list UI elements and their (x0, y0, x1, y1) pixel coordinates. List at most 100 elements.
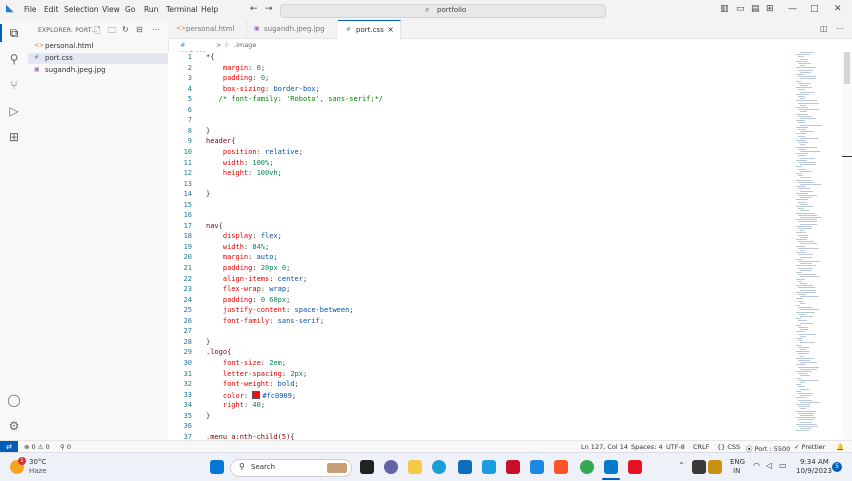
restore-icon[interactable]: □ (810, 4, 819, 14)
minimap[interactable] (794, 52, 842, 440)
wifi-icon[interactable]: ◠ (753, 461, 760, 470)
notifications-bell-icon[interactable]: 🔔 (836, 443, 844, 451)
toggle-sidebar-icon[interactable]: ▥ (720, 4, 729, 14)
code-line[interactable]: font-size: 2em; (206, 359, 286, 367)
code-line[interactable]: } (206, 190, 210, 198)
end-of-line[interactable]: CRLF (693, 443, 709, 451)
code-line[interactable]: width: 100%; (206, 159, 274, 167)
back-arrow-icon[interactable]: ← (250, 4, 258, 14)
refresh-icon[interactable]: ↻ (122, 25, 129, 34)
recorder-icon[interactable] (628, 460, 642, 474)
code-line[interactable]: align-items: center; (206, 275, 307, 283)
code-line[interactable]: padding: 0 60px; (206, 296, 290, 304)
code-line[interactable]: height: 100vh; (206, 169, 282, 177)
start-windows-icon[interactable] (210, 460, 224, 474)
more-actions-icon[interactable]: ⋯ (836, 24, 844, 33)
file-explorer-icon[interactable] (408, 460, 422, 474)
code-line[interactable]: } (206, 412, 210, 420)
brave-browser-icon[interactable] (554, 460, 568, 474)
encoding[interactable]: UTF-8 (666, 443, 685, 451)
menu-help[interactable]: Help (201, 5, 218, 14)
problems-count[interactable]: ⊗ 0 ⚠ 0 (24, 443, 50, 451)
code-line[interactable]: .menu a:nth-child(5){ (206, 433, 295, 440)
account-icon[interactable]: ◯ (6, 392, 22, 408)
ports-count[interactable]: ⚲ 0 (60, 443, 71, 451)
code-line[interactable]: display: flex; (206, 232, 282, 240)
code-line[interactable]: header{ (206, 137, 236, 145)
code-line[interactable]: right: 40; (206, 401, 265, 409)
forward-arrow-icon[interactable]: → (265, 4, 273, 14)
cursor-position[interactable]: Ln 127, Col 14 (581, 443, 628, 451)
tab-port-css[interactable]: # port.css × (338, 20, 401, 40)
clock-time[interactable]: 9:34 AM (800, 458, 829, 466)
language-mode[interactable]: {} CSS (717, 443, 740, 451)
code-line[interactable]: nav{ (206, 222, 223, 230)
code-line[interactable]: margin: 0; (206, 64, 265, 72)
region-indicator[interactable]: IN (733, 467, 740, 475)
code-line[interactable]: flex-wrap: wrap; (206, 285, 290, 293)
tab-sugandh-jpg[interactable]: ▣ sugandh.jpeg.jpg (246, 20, 339, 38)
code-line[interactable]: width: 84%; (206, 243, 269, 251)
battery-icon[interactable]: ▭ (779, 461, 787, 470)
vscode-taskbar-icon[interactable] (604, 460, 618, 474)
menu-run[interactable]: Run (144, 5, 158, 14)
volume-icon[interactable]: ◁ (766, 461, 772, 470)
code-line[interactable]: padding: 0; (206, 74, 269, 82)
code-line[interactable]: } (206, 338, 210, 346)
tab-personal-html[interactable]: <> personal.html (168, 20, 247, 38)
menu-file[interactable]: File (24, 5, 37, 14)
split-editor-icon[interactable]: ◫ (820, 24, 828, 33)
code-editor[interactable]: 1 *{2 margin: 0; 3 padding: 0; 4 box-sizing… (168, 52, 794, 440)
toggle-secondary-sidebar-icon[interactable]: ▤ (751, 4, 760, 14)
chat-icon[interactable] (384, 460, 398, 474)
show-hidden-icons-icon[interactable]: ⌃ (678, 461, 685, 470)
search-icon[interactable]: ⚲ (6, 51, 22, 67)
code-line[interactable]: } (206, 127, 210, 135)
run-debug-icon[interactable]: ▷ (6, 103, 22, 119)
editor-scrollbar[interactable] (842, 52, 852, 440)
menu-view[interactable]: View (102, 5, 120, 14)
tray-app-icon-2[interactable] (708, 460, 722, 474)
code-line[interactable]: *{ (206, 53, 214, 61)
mcafee-icon[interactable] (506, 460, 520, 474)
task-view-icon[interactable] (360, 460, 374, 474)
more-actions-icon[interactable]: ⋯ (152, 25, 160, 34)
tray-app-icon[interactable] (692, 460, 706, 474)
code-line[interactable]: /* font-family: 'Roboto', sans-serif;*/ (206, 95, 383, 103)
notification-count-badge[interactable]: 5 (832, 462, 842, 472)
file-item-port-css[interactable]: # port.css (28, 53, 168, 64)
code-line[interactable]: letter-spacing: 2px; (206, 370, 307, 378)
scrollbar-thumb[interactable] (844, 52, 850, 84)
language-indicator[interactable]: ENG (730, 458, 745, 466)
indentation[interactable]: Spaces: 4 (631, 443, 663, 451)
new-file-icon[interactable]: 🗋 (94, 25, 100, 39)
close-window-icon[interactable]: ✕ (834, 4, 842, 14)
toggle-panel-icon[interactable]: ▭ (736, 4, 745, 14)
store-icon[interactable] (458, 460, 472, 474)
code-line[interactable]: color: #fc0909; (206, 390, 296, 400)
app-icon[interactable] (530, 460, 544, 474)
source-control-icon[interactable]: ⑂ (6, 77, 22, 93)
code-line[interactable]: font-family: sans-serif; (206, 317, 324, 325)
file-item-personal-html[interactable]: <> personal.html (28, 41, 168, 52)
code-line[interactable]: margin: auto; (206, 253, 278, 261)
file-item-sugandh-jpg[interactable]: ▣ sugandh.jpeg.jpg (28, 65, 168, 76)
taskbar-search[interactable]: ⚲ Search (230, 459, 352, 477)
command-center-search[interactable]: ⌕ portfolio (280, 4, 606, 18)
code-line[interactable]: justify-content: space-between; (206, 306, 354, 314)
close-tab-icon[interactable]: × (387, 25, 394, 34)
extensions-icon[interactable]: ⊞ (6, 129, 22, 145)
code-line[interactable]: padding: 20px 0; (206, 264, 290, 272)
prettier-status[interactable]: ✓ Prettier (794, 443, 825, 451)
menu-go[interactable]: Go (125, 5, 135, 14)
clock-date[interactable]: 10/9/2023 (796, 467, 832, 475)
code-line[interactable]: font-weight: bold; (206, 380, 299, 388)
code-line[interactable]: box-sizing: border-box; (206, 85, 320, 93)
code-line[interactable]: .logo{ (206, 348, 231, 356)
menu-terminal[interactable]: Terminal (166, 5, 198, 14)
edge-browser-icon[interactable] (432, 460, 446, 474)
menu-selection[interactable]: Selection (64, 5, 99, 14)
minimize-icon[interactable]: — (788, 4, 797, 14)
collapse-all-icon[interactable]: ⊟ (136, 25, 143, 34)
breadcrumb-symbol[interactable]: .image (234, 41, 256, 49)
